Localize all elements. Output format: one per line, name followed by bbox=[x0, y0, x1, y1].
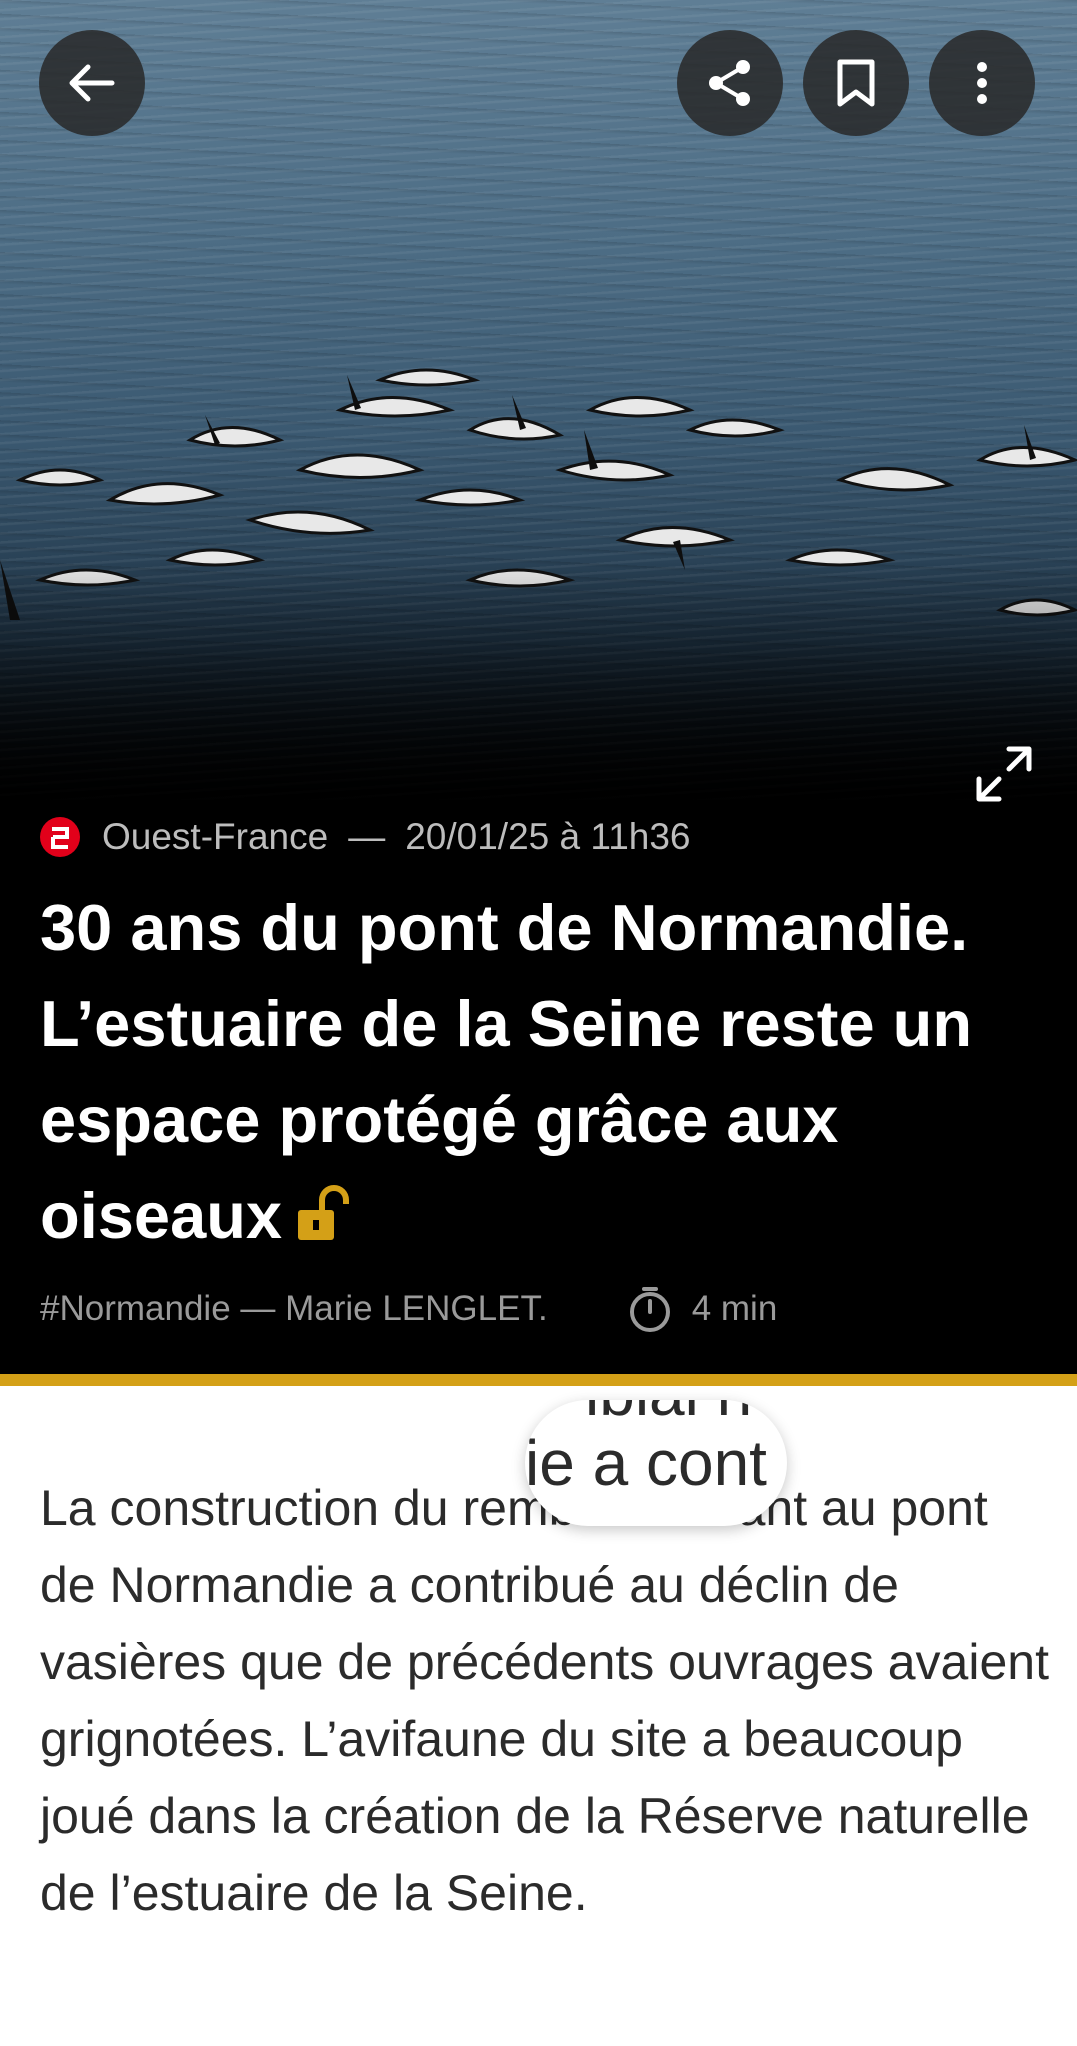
article-subline: #Normandie — Marie LENGLET. 4 min bbox=[40, 1282, 1040, 1336]
article-body[interactable]: La construction du remblai menant au pon… bbox=[40, 1470, 1050, 1932]
expand-icon bbox=[976, 746, 1032, 802]
arrow-left-icon bbox=[69, 64, 115, 102]
ouest-france-logo bbox=[40, 817, 80, 857]
headline-text: 30 ans du pont de Normandie. L’estuaire … bbox=[40, 891, 973, 1252]
article-headline: 30 ans du pont de Normandie. L’estuaire … bbox=[40, 880, 1040, 1264]
photo-gradient bbox=[0, 560, 1077, 820]
text-selection-magnifier: iblai n ie a cont bbox=[525, 1400, 787, 1526]
source-name[interactable]: Ouest-France bbox=[102, 816, 328, 858]
magnifier-text: ie a cont bbox=[525, 1427, 767, 1499]
accent-divider bbox=[0, 1374, 1077, 1386]
bookmark-icon bbox=[837, 59, 875, 107]
meta-separator: — bbox=[348, 816, 386, 857]
tags-author[interactable]: #Normandie — Marie LENGLET. bbox=[40, 1289, 548, 1329]
hero-photo[interactable] bbox=[0, 0, 1077, 820]
article-hero: Ouest-France — 20/01/25 à 11h36 30 ans d… bbox=[0, 0, 1077, 1386]
share-button[interactable] bbox=[677, 30, 783, 136]
back-button[interactable] bbox=[39, 30, 145, 136]
expand-image-button[interactable] bbox=[975, 745, 1033, 803]
bookmark-button[interactable] bbox=[803, 30, 909, 136]
read-time-label: 4 min bbox=[691, 1289, 778, 1328]
timer-icon bbox=[629, 1287, 670, 1332]
more-options-button[interactable] bbox=[929, 30, 1035, 136]
read-time: 4 min bbox=[628, 1285, 778, 1333]
share-icon bbox=[709, 60, 750, 106]
publish-date: 20/01/25 à 11h36 bbox=[405, 816, 691, 857]
unlocked-padlock-icon bbox=[298, 1185, 350, 1240]
article-meta: Ouest-France — 20/01/25 à 11h36 bbox=[40, 812, 691, 862]
more-vertical-icon bbox=[977, 62, 987, 104]
